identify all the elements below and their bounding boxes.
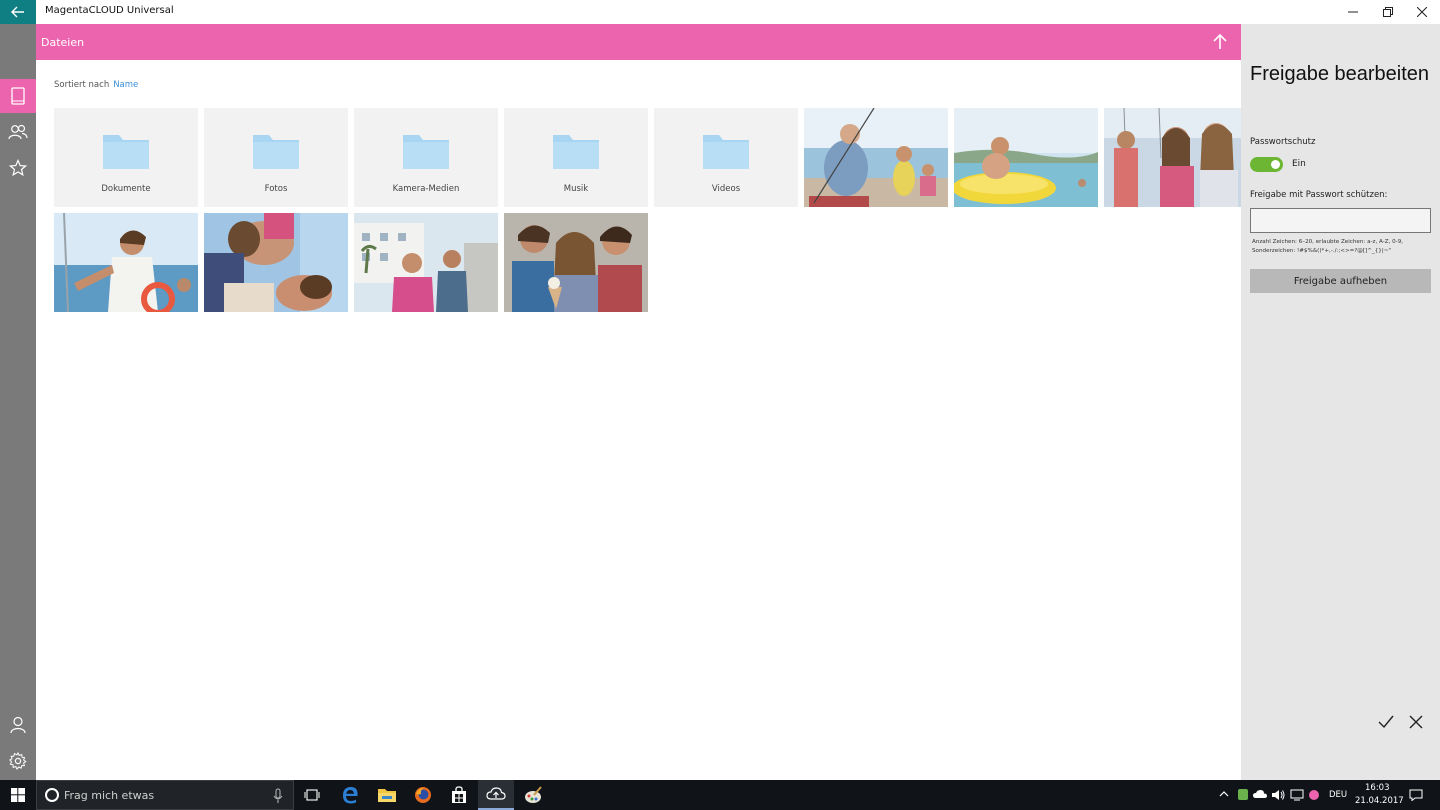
folder-tile[interactable]: Dokumente [54, 108, 198, 207]
windows-logo-icon [11, 788, 25, 802]
microphone-icon[interactable] [273, 788, 283, 804]
close-window-button[interactable] [1405, 0, 1439, 24]
taskbar-magentacloud[interactable] [478, 780, 514, 810]
photo-thumbnail[interactable] [54, 213, 198, 312]
sort-value[interactable]: Name [113, 80, 138, 90]
file-explorer-icon [378, 789, 396, 802]
user-icon [10, 716, 26, 734]
close-icon [1417, 7, 1427, 17]
nav-account[interactable] [0, 708, 36, 742]
arrow-left-icon [11, 6, 24, 18]
taskbar-paint[interactable] [515, 780, 551, 810]
defender-icon[interactable] [1237, 788, 1249, 801]
share-edit-panel: Freigabe bearbeiten Passwortschutz Ein F… [1241, 24, 1440, 780]
password-field-label: Freigabe mit Passwort schützen: [1250, 190, 1388, 200]
clock-time[interactable]: 16:03 [1365, 783, 1390, 793]
task-view-icon [304, 789, 320, 801]
folder-icon [103, 135, 149, 169]
taskbar: Frag mich etwas DEU 16:03 21.04.2017 [0, 780, 1440, 810]
cortana-icon [45, 788, 59, 802]
photo-thumbnail[interactable] [804, 108, 948, 207]
title-bar: MagentaCLOUD Universal [0, 0, 1440, 24]
sort-control[interactable]: Sortiert nach Name [54, 80, 138, 90]
page-title: Dateien [41, 36, 85, 49]
file-browser: Sortiert nach Name Dokumente Fotos Kamera… [36, 60, 1241, 780]
folder-label: Videos [711, 184, 741, 194]
photo-thumbnail[interactable] [954, 108, 1098, 207]
nav-favorites[interactable] [0, 151, 36, 185]
onedrive-icon[interactable] [1253, 789, 1267, 799]
app-header: Dateien [0, 24, 1241, 60]
navigation-rail [0, 24, 36, 780]
task-view-button[interactable] [294, 780, 330, 810]
magentacloud-tray-icon[interactable] [1308, 789, 1320, 801]
folder-label: Musik [563, 184, 589, 194]
taskbar-firefox[interactable] [405, 780, 441, 810]
taskbar-store[interactable] [441, 780, 477, 810]
restore-icon [1383, 7, 1393, 17]
folder-tile[interactable]: Kamera-Medien [354, 108, 498, 207]
folder-icon [403, 135, 449, 169]
cancel-close-icon[interactable] [1408, 714, 1424, 730]
back-button[interactable] [0, 0, 36, 24]
firefox-icon [415, 787, 431, 803]
password-input[interactable] [1250, 208, 1431, 233]
language-indicator[interactable]: DEU [1329, 790, 1347, 800]
photo-thumbnail[interactable] [1104, 108, 1241, 207]
window-title: MagentaCLOUD Universal [45, 5, 174, 16]
photo-thumbnail[interactable] [204, 213, 348, 312]
nav-files[interactable] [0, 79, 36, 113]
confirm-check-icon[interactable] [1377, 713, 1395, 731]
start-button[interactable] [0, 780, 36, 810]
minimize-button[interactable] [1336, 0, 1370, 24]
nav-shared[interactable] [0, 115, 36, 149]
folder-tile[interactable]: Videos [654, 108, 798, 207]
chevron-up-icon[interactable] [1219, 790, 1229, 798]
volume-icon[interactable] [1271, 789, 1285, 801]
upload-icon[interactable] [1210, 32, 1230, 52]
nav-settings[interactable] [0, 744, 36, 778]
device-icon [11, 87, 25, 105]
network-icon[interactable] [1290, 789, 1304, 801]
minimize-icon [1348, 11, 1358, 13]
star-icon [9, 159, 27, 177]
folder-icon [703, 135, 749, 169]
photo-thumbnail[interactable] [354, 213, 498, 312]
search-placeholder: Frag mich etwas [64, 789, 155, 802]
password-protection-label: Passwortschutz [1250, 137, 1316, 147]
photo-thumbnail[interactable] [504, 213, 648, 312]
store-icon [452, 786, 466, 803]
folder-tile[interactable]: Fotos [204, 108, 348, 207]
panel-title: Freigabe bearbeiten [1250, 63, 1430, 85]
taskbar-explorer[interactable] [369, 780, 405, 810]
toggle-state-label: Ein [1292, 159, 1306, 169]
folder-label: Dokumente [101, 184, 151, 194]
unshare-button[interactable]: Freigabe aufheben [1250, 269, 1431, 293]
folder-tile[interactable]: Musik [504, 108, 648, 207]
paint-icon [525, 786, 542, 803]
people-icon [8, 124, 28, 140]
clock-date[interactable]: 21.04.2017 [1355, 796, 1404, 806]
folder-label: Fotos [264, 184, 288, 194]
folder-icon [553, 135, 599, 169]
password-hint: Anzahl Zeichen: 6–20, erlaubte Zeichen: … [1252, 239, 1404, 254]
restore-button[interactable] [1371, 0, 1405, 24]
taskbar-search[interactable]: Frag mich etwas [36, 780, 294, 810]
cloud-upload-icon [486, 787, 506, 800]
password-toggle[interactable] [1250, 157, 1283, 172]
taskbar-edge[interactable] [332, 780, 368, 810]
sort-label: Sortiert nach [54, 80, 110, 90]
notification-center-icon[interactable] [1409, 789, 1423, 801]
folder-icon [253, 135, 299, 169]
folder-label: Kamera-Medien [392, 184, 460, 194]
edge-icon [343, 787, 358, 804]
gear-icon [9, 752, 27, 770]
